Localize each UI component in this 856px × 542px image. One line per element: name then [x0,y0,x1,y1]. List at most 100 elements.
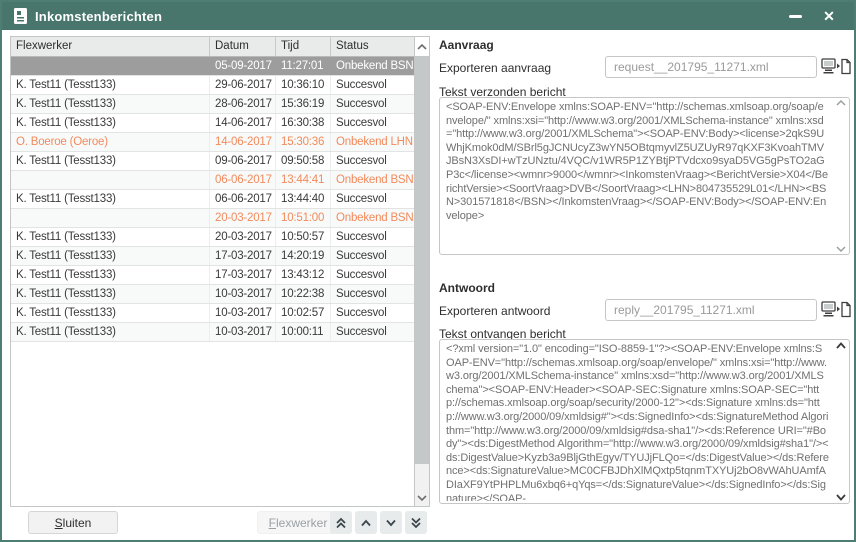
cell-datum: 14-06-2017 [210,133,276,151]
cell-status: Succesvol [331,190,414,208]
received-message-scrollbar[interactable] [833,340,849,503]
scroll-down-icon[interactable] [415,490,429,506]
messages-table: Flexwerker Datum Tijd Status 05-09-20171… [10,36,430,507]
cell-flexwerker: K. Test11 (Tesst133) [11,76,210,94]
cell-datum: 20-03-2017 [210,209,276,227]
close-button[interactable]: ✕ [816,5,842,27]
cell-tijd: 10:00:11 [276,323,331,341]
cell-tijd: 14:20:19 [276,247,331,265]
sent-message-text: <SOAP-ENV:Envelope xmlns:SOAP-ENV="http:… [446,101,829,252]
sent-message-box[interactable]: <SOAP-ENV:Envelope xmlns:SOAP-ENV="http:… [439,97,850,255]
cell-flexwerker: O. Boeroe (Oeroe) [11,133,210,151]
export-response-filename-input[interactable] [605,299,817,321]
export-request-filename-input[interactable] [605,56,817,78]
request-section-title: Aanvraag [439,38,494,52]
cell-status: Succesvol [331,228,414,246]
table-body: 05-09-201711:27:01Onbekend BSNK. Test11 … [11,57,414,342]
cell-tijd: 10:50:57 [276,228,331,246]
cell-tijd: 15:30:36 [276,133,331,151]
cell-datum: 09-06-2017 [210,152,276,170]
cell-status: Succesvol [331,114,414,132]
sluiten-button[interactable]: Sluiten [28,511,118,534]
table-row[interactable]: K. Test11 (Tesst133)10-03-201710:02:57Su… [11,304,414,323]
export-request-label: Exporteren aanvraag [439,61,551,75]
table-row[interactable]: K. Test11 (Tesst133)10-03-201710:22:38Su… [11,285,414,304]
detail-panel: Aanvraag Exporteren aanvraag Tekst verzo… [439,36,851,506]
cell-flexwerker [11,171,210,189]
double-chevron-up-icon [335,517,347,529]
cell-flexwerker [11,209,210,227]
cell-flexwerker: K. Test11 (Tesst133) [11,323,210,341]
cell-datum: 29-06-2017 [210,76,276,94]
column-header-status[interactable]: Status [331,37,414,56]
last-record-button[interactable] [405,511,427,534]
cell-status: Onbekend BSN [331,57,414,75]
cell-status: Onbekend BSN [331,209,414,227]
cell-flexwerker: K. Test11 (Tesst133) [11,266,210,284]
minimize-button[interactable] [782,5,808,27]
table-row[interactable]: 05-09-201711:27:01Onbekend BSN [11,57,414,76]
table-row[interactable]: K. Test11 (Tesst133)09-06-201709:50:58Su… [11,152,414,171]
next-record-button[interactable] [380,511,402,534]
flexwerker-button[interactable]: Flexwerker [257,511,339,534]
table-row[interactable]: K. Test11 (Tesst133)29-06-201710:36:10Su… [11,76,414,95]
cell-datum: 10-03-2017 [210,304,276,322]
cell-tijd: 09:50:58 [276,152,331,170]
cell-status: Succesvol [331,152,414,170]
cell-datum: 14-06-2017 [210,114,276,132]
cell-datum: 28-06-2017 [210,95,276,113]
previous-record-button[interactable] [355,511,377,534]
export-to-file-icon[interactable] [821,57,851,77]
cell-status: Succesvol [331,76,414,94]
document-icon [14,8,27,24]
scroll-up-icon[interactable] [415,37,429,56]
cell-flexwerker: K. Test11 (Tesst133) [11,285,210,303]
minimize-icon [789,15,802,18]
cell-datum: 17-03-2017 [210,247,276,265]
table-row[interactable]: K. Test11 (Tesst133)14-06-201716:30:38Su… [11,114,414,133]
scrollbar-thumb[interactable] [415,56,429,464]
table-row[interactable]: K. Test11 (Tesst133)10-03-201710:00:11Su… [11,323,414,342]
first-record-button[interactable] [330,511,352,534]
cell-status: Succesvol [331,266,414,284]
cell-flexwerker: K. Test11 (Tesst133) [11,247,210,265]
export-to-file-icon[interactable] [821,300,851,320]
table-row[interactable]: K. Test11 (Tesst133)17-03-201714:20:19Su… [11,247,414,266]
table-row[interactable]: K. Test11 (Tesst133)17-03-201713:43:12Su… [11,266,414,285]
cell-tijd: 10:51:00 [276,209,331,227]
window-title: Inkomstenberichten [35,9,774,24]
double-chevron-down-icon [410,517,422,529]
received-message-box[interactable]: <?xml version="1.0" encoding="ISO-8859-1… [439,339,850,504]
cell-datum: 06-06-2017 [210,190,276,208]
table-scrollbar[interactable] [414,37,429,506]
table-row[interactable]: 20-03-201710:51:00Onbekend BSN [11,209,414,228]
cell-tijd: 10:02:57 [276,304,331,322]
table-row[interactable]: O. Boeroe (Oeroe)14-06-201715:30:36Onbek… [11,133,414,152]
export-response-label: Exporteren antwoord [439,304,550,318]
table-row[interactable]: 06-06-201713:44:41Onbekend BSN [11,171,414,190]
column-header-datum[interactable]: Datum [210,37,276,56]
cell-flexwerker: K. Test11 (Tesst133) [11,95,210,113]
cell-tijd: 15:36:19 [276,95,331,113]
scroll-up-icon[interactable] [833,100,849,106]
cell-flexwerker: K. Test11 (Tesst133) [11,114,210,132]
cell-flexwerker: K. Test11 (Tesst133) [11,228,210,246]
scroll-down-icon[interactable] [833,246,849,252]
cell-datum: 20-03-2017 [210,228,276,246]
cell-flexwerker: K. Test11 (Tesst133) [11,152,210,170]
table-row[interactable]: K. Test11 (Tesst133)20-03-201710:50:57Su… [11,228,414,247]
cell-tijd: 10:22:38 [276,285,331,303]
column-header-flexwerker[interactable]: Flexwerker [11,37,210,56]
sent-message-scrollbar[interactable] [833,98,849,254]
scroll-up-icon[interactable] [833,342,849,349]
cell-tijd: 13:44:40 [276,190,331,208]
cell-status: Onbekend BSN [331,171,414,189]
table-row[interactable]: K. Test11 (Tesst133)06-06-201713:44:40Su… [11,190,414,209]
cell-datum: 10-03-2017 [210,323,276,341]
chevron-down-icon [385,519,397,527]
column-header-tijd[interactable]: Tijd [276,37,331,56]
table-row[interactable]: K. Test11 (Tesst133)28-06-201715:36:19Su… [11,95,414,114]
cell-tijd: 10:36:10 [276,76,331,94]
scroll-down-icon[interactable] [833,494,849,501]
cell-datum: 17-03-2017 [210,266,276,284]
